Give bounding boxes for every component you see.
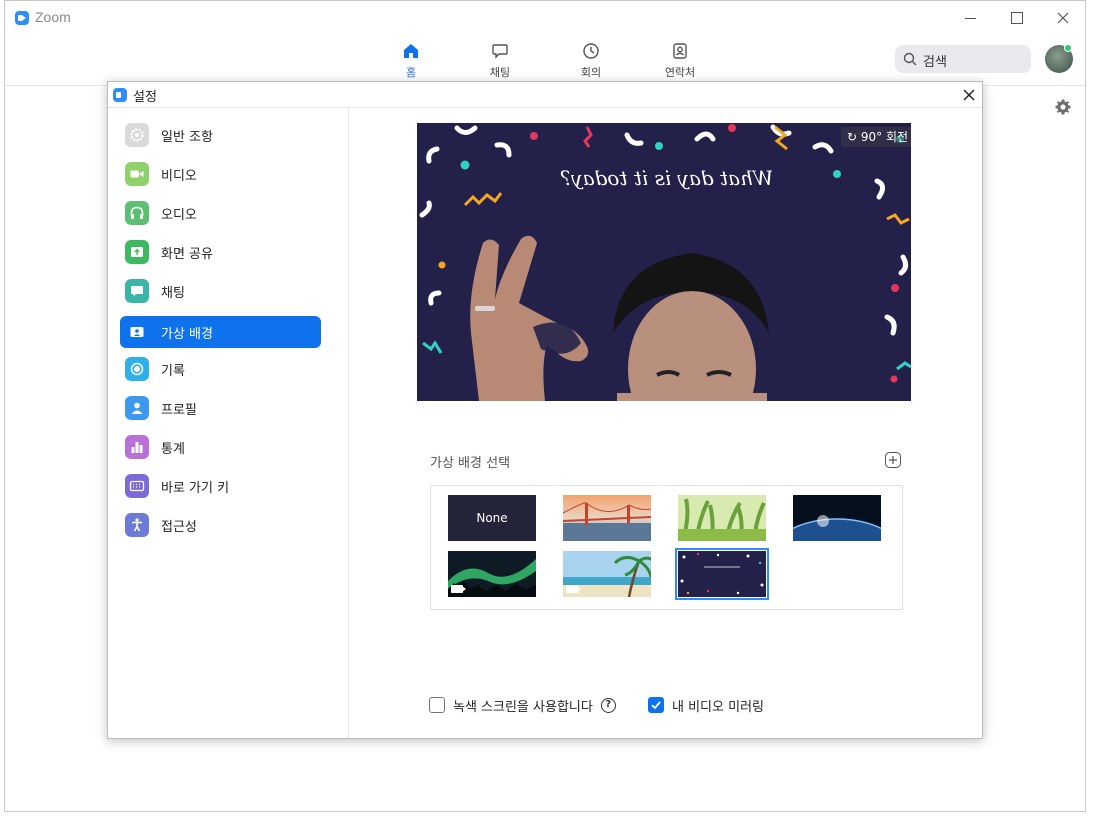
- sidebar-item-label: 바로 가기 키: [161, 481, 230, 496]
- sidebar-item-label: 통계: [161, 442, 185, 457]
- home-icon: [404, 44, 418, 58]
- video-preview: What day is it today? ↻ 90° 회전: [417, 123, 911, 401]
- contacts-icon: [673, 43, 687, 59]
- zoom-logo-icon: [113, 88, 127, 102]
- sidebar-item-general[interactable]: 일반 조항: [120, 119, 321, 151]
- sidebar-item-virtual-background[interactable]: 가상 배경: [120, 316, 321, 348]
- golden-gate-image: [563, 495, 651, 541]
- rotate-90-button[interactable]: ↻ 90° 회전: [841, 127, 911, 147]
- sidebar-item-keyboard-shortcuts[interactable]: 바로 가기 키: [120, 470, 321, 502]
- close-window-button[interactable]: [1051, 6, 1075, 30]
- thumbnail-beach[interactable]: [563, 551, 651, 597]
- statistics-icon: [125, 435, 149, 459]
- thumbnail-none-label: None: [448, 495, 536, 541]
- settings-title-bar: 설정: [108, 82, 982, 108]
- online-status-dot: [1064, 44, 1072, 52]
- share-screen-icon: [125, 240, 149, 264]
- clock-icon: [583, 43, 599, 59]
- sidebar-item-recording[interactable]: 기록: [120, 353, 321, 385]
- zoom-app: Zoom 홈 채팅 회의 연락처 검색 설정 일반 조항 비디오 오디오 화면 …: [0, 0, 1094, 818]
- chat-icon: [492, 44, 508, 59]
- minimize-button[interactable]: [959, 6, 983, 30]
- thumbnail-golden-gate-bridge[interactable]: [563, 495, 651, 541]
- title-bar: Zoom: [5, 1, 1085, 34]
- top-navigation: 홈 채팅 회의 연락처 검색: [5, 34, 1085, 86]
- window-title: Zoom: [35, 9, 71, 25]
- sidebar-item-label: 채팅: [161, 286, 185, 301]
- background-thumbnail-grid: None: [430, 485, 903, 610]
- sidebar-item-label: 기록: [161, 364, 185, 379]
- search-input[interactable]: 검색: [895, 45, 1031, 73]
- sidebar-item-share-screen[interactable]: 화면 공유: [120, 236, 321, 268]
- earth-image: [793, 495, 881, 541]
- sidebar-item-statistics[interactable]: 통계: [120, 431, 321, 463]
- zoom-logo-icon: [15, 11, 29, 25]
- thumbnail-earth-from-space[interactable]: [793, 495, 881, 541]
- sidebar-item-label: 가상 배경: [161, 327, 213, 342]
- tab-home[interactable]: 홈: [381, 42, 441, 80]
- green-screen-option: 녹색 스크린을 사용합니다 ?: [429, 696, 616, 715]
- video-background-badge-icon: [451, 585, 466, 593]
- sidebar-item-label: 접근성: [161, 520, 197, 535]
- green-screen-label: 녹색 스크린을 사용합니다: [453, 699, 593, 715]
- settings-gear-icon[interactable]: [1054, 98, 1072, 116]
- tab-chat-label: 채팅: [489, 66, 511, 79]
- green-screen-checkbox[interactable]: [429, 697, 445, 713]
- choose-background-label: 가상 배경 선택: [430, 456, 511, 471]
- sidebar-item-chat[interactable]: 채팅: [120, 275, 321, 307]
- record-icon: [125, 357, 149, 381]
- sidebar-item-label: 오디오: [161, 208, 197, 223]
- profile-icon: [125, 396, 149, 420]
- tab-contacts-label: 연락처: [664, 66, 696, 79]
- sidebar-item-audio[interactable]: 오디오: [120, 197, 321, 229]
- thumbnail-what-day-confetti[interactable]: [675, 548, 769, 600]
- tab-contacts[interactable]: 연락처: [650, 42, 710, 80]
- thumbnail-grass[interactable]: [678, 495, 766, 541]
- mirror-video-option: 내 비디오 미러링: [648, 696, 764, 715]
- rotate-icon: ↻: [847, 130, 861, 144]
- sidebar-item-accessibility[interactable]: 접근성: [120, 509, 321, 541]
- grass-image: [678, 495, 766, 541]
- search-placeholder: 검색: [923, 55, 947, 70]
- tab-home-label: 홈: [405, 66, 417, 79]
- keyboard-icon: [125, 474, 149, 498]
- headphones-icon: [125, 201, 149, 225]
- settings-content: What day is it today? ↻ 90° 회전 가상 배경 선택 …: [350, 108, 982, 738]
- sidebar-item-label: 일반 조항: [161, 130, 213, 145]
- help-icon[interactable]: ?: [600, 697, 616, 713]
- confetti-background-image: [678, 551, 766, 597]
- sidebar-item-label: 화면 공유: [161, 247, 213, 262]
- tab-meetings-label: 회의: [580, 66, 602, 79]
- search-icon: [903, 52, 917, 66]
- thumbnail-none[interactable]: None: [448, 495, 536, 541]
- sidebar-item-video[interactable]: 비디오: [120, 158, 321, 190]
- tab-meetings[interactable]: 회의: [561, 42, 621, 80]
- preview-overlay-text: What day is it today?: [560, 166, 773, 190]
- sidebar-item-label: 비디오: [161, 169, 197, 184]
- close-icon: [1057, 12, 1069, 24]
- chat-icon: [125, 279, 149, 303]
- checkmark-icon: [651, 701, 661, 710]
- close-settings-button[interactable]: [958, 84, 980, 106]
- sidebar-item-profile[interactable]: 프로필: [120, 392, 321, 424]
- settings-dialog: 설정 일반 조항 비디오 오디오 화면 공유 채팅 가상 배경 기록 프로필 통…: [107, 81, 983, 739]
- settings-title: 설정: [133, 90, 157, 105]
- rotate-label: 90° 회전: [860, 130, 909, 144]
- video-icon: [125, 162, 149, 186]
- settings-sidebar: 일반 조항 비디오 오디오 화면 공유 채팅 가상 배경 기록 프로필 통계 바…: [108, 108, 349, 738]
- sidebar-item-label: 프로필: [161, 403, 197, 418]
- video-preview-image: What day is it today?: [417, 123, 911, 401]
- video-background-badge-icon: [566, 585, 581, 593]
- accessibility-icon: [125, 513, 149, 537]
- virtual-background-icon: [125, 320, 149, 344]
- mirror-video-checkbox[interactable]: [648, 697, 664, 713]
- thumbnail-aurora[interactable]: [448, 551, 536, 597]
- add-background-button[interactable]: [885, 452, 901, 468]
- tab-chat[interactable]: 채팅: [470, 42, 530, 80]
- maximize-button[interactable]: [1004, 6, 1028, 30]
- mirror-video-label: 내 비디오 미러링: [672, 699, 764, 715]
- gear-icon: [125, 123, 149, 147]
